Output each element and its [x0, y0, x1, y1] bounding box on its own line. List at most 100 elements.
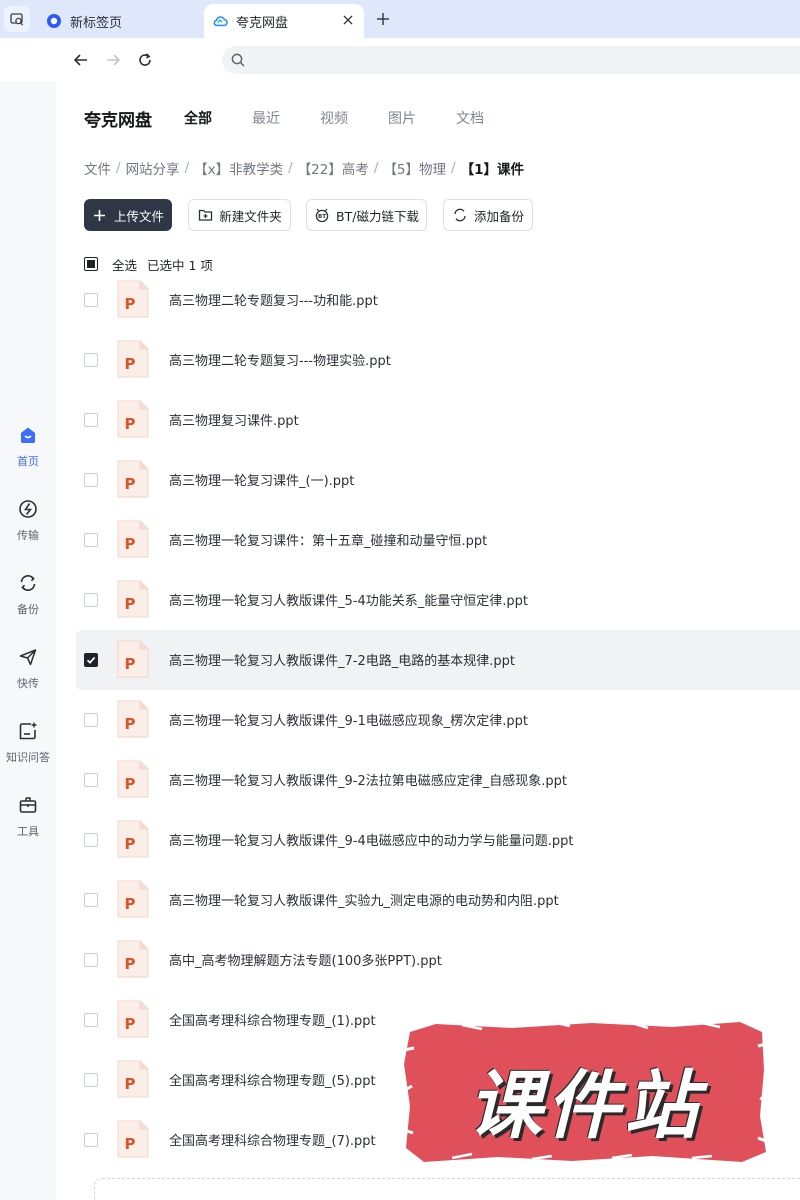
reload-button[interactable] [134, 49, 156, 71]
bt-download-button[interactable]: BT BT/磁力链下载 [306, 199, 427, 231]
file-checkbox[interactable] [84, 293, 98, 307]
file-checkbox[interactable] [84, 473, 98, 487]
tab-cloud-drive[interactable]: 夸克网盘 [204, 4, 364, 38]
cloud-drive-icon [212, 13, 228, 29]
file-checkbox[interactable] [84, 1133, 98, 1147]
watermark-stamp: 课件站 [402, 1020, 768, 1164]
new-folder-label: 新建文件夹 [219, 208, 282, 224]
file-name[interactable]: 高三物理一轮复习人教版课件_7-2电路_电路的基本规律.ppt [169, 650, 515, 669]
close-tab-button[interactable] [340, 12, 356, 28]
sidebar-item-label: 知识问答 [6, 751, 50, 764]
file-checkbox[interactable] [84, 1013, 98, 1027]
file-row[interactable]: P 高三物理一轮复习课件_(一).ppt [76, 450, 800, 510]
svg-text:P: P [125, 655, 136, 673]
ppt-file-icon: P [116, 699, 150, 739]
file-row[interactable]: P 高三物理一轮复习人教版课件_9-2法拉第电磁感应定律_自感现象.ppt [76, 750, 800, 810]
tab-images[interactable]: 图片 [388, 108, 416, 128]
file-row[interactable]: P 高三物理复习课件.ppt [76, 390, 800, 450]
file-name[interactable]: 高中_高考物理解题方法专题(100多张PPT).ppt [169, 950, 442, 969]
file-name[interactable]: 全国高考理科综合物理专题_(5).ppt [169, 1070, 376, 1089]
file-checkbox[interactable] [84, 413, 98, 427]
tab-new-tab[interactable]: 新标签页 [36, 4, 200, 38]
file-name[interactable]: 高三物理一轮复习人教版课件_9-4电磁感应中的动力学与能量问题.ppt [169, 830, 573, 849]
new-folder-button[interactable]: 新建文件夹 [188, 199, 291, 231]
sidebar-item-home[interactable]: 首页 [0, 424, 56, 480]
tab-search-button[interactable] [4, 6, 30, 32]
file-name[interactable]: 高三物理一轮复习人教版课件_5-4功能关系_能量守恒定律.ppt [169, 590, 528, 609]
file-name[interactable]: 高三物理一轮复习课件：第十五章_碰撞和动量守恒.ppt [169, 530, 487, 549]
svg-text:P: P [125, 895, 136, 913]
file-checkbox[interactable] [84, 833, 98, 847]
sidebar-item-quick-send[interactable]: 快传 [0, 646, 56, 702]
reload-icon [139, 53, 151, 66]
file-row[interactable]: P 高三物理一轮复习人教版课件_7-2电路_电路的基本规律.ppt [76, 630, 800, 690]
svg-text:P: P [125, 355, 136, 373]
file-row[interactable]: P 高三物理一轮复习人教版课件_5-4功能关系_能量守恒定律.ppt [76, 570, 800, 630]
file-row[interactable]: P 高中_高考物理解题方法专题(100多张PPT).ppt [76, 930, 800, 990]
file-name[interactable]: 全国高考理科综合物理专题_(7).ppt [169, 1130, 376, 1149]
file-name[interactable]: 全国高考理科综合物理专题_(1).ppt [169, 1010, 376, 1029]
ppt-file-icon: P [116, 939, 150, 979]
ppt-file-icon: P [116, 1119, 150, 1159]
breadcrumb: 文件 / 网站分享 / 【x】非教学类 / 【22】高考 / 【5】物理 / 【1】课件 [84, 158, 524, 178]
add-backup-button[interactable]: 添加备份 [443, 199, 533, 231]
file-name[interactable]: 高三物理一轮复习人教版课件_9-2法拉第电磁感应定律_自感现象.ppt [169, 770, 567, 789]
stamp-text: 课件站 [468, 1063, 702, 1149]
tab-recent[interactable]: 最近 [252, 108, 280, 128]
file-checkbox[interactable] [84, 1073, 98, 1087]
back-button[interactable] [70, 49, 92, 71]
file-row[interactable]: P 高三物理二轮专题复习---物理实验.ppt [76, 330, 800, 390]
file-checkbox[interactable] [84, 533, 98, 547]
ppt-file-icon: P [116, 339, 150, 379]
file-checkbox[interactable] [84, 653, 98, 667]
sidebar-item-label: 工具 [17, 825, 39, 838]
upload-button[interactable]: 上传文件 [84, 199, 172, 231]
select-all-checkbox[interactable] [84, 257, 98, 271]
breadcrumb-item[interactable]: 文件 [84, 158, 111, 178]
ppt-file-icon: P [116, 279, 150, 319]
home-icon [17, 424, 39, 446]
file-name[interactable]: 高三物理二轮专题复习---物理实验.ppt [169, 350, 391, 369]
breadcrumb-item[interactable]: 网站分享 [126, 158, 180, 178]
file-checkbox[interactable] [84, 773, 98, 787]
tab-all[interactable]: 全部 [184, 108, 212, 128]
file-row[interactable]: P 高三物理一轮复习人教版课件_9-1电磁感应现象_楞次定律.ppt [76, 690, 800, 750]
tab-video[interactable]: 视频 [320, 108, 348, 128]
breadcrumb-item[interactable]: 【x】非教学类 [194, 158, 283, 178]
sidebar-item-backup[interactable]: 备份 [0, 572, 56, 628]
forward-button[interactable] [102, 49, 124, 71]
ppt-file-icon: P [116, 579, 150, 619]
ppt-file-icon: P [116, 759, 150, 799]
sidebar-item-qa[interactable]: 知识问答 [0, 720, 56, 776]
send-icon [17, 646, 39, 668]
file-row[interactable]: P 高三物理一轮复习课件：第十五章_碰撞和动量守恒.ppt [76, 510, 800, 570]
file-name[interactable]: 高三物理一轮复习课件_(一).ppt [169, 470, 354, 489]
breadcrumb-item[interactable]: 【22】高考 [298, 158, 369, 178]
new-tab-button[interactable] [372, 8, 394, 30]
tab-title: 新标签页 [70, 15, 123, 31]
svg-text:BT: BT [318, 214, 326, 220]
file-name[interactable]: 高三物理二轮专题复习---功和能.ppt [169, 290, 378, 309]
address-bar[interactable] [222, 46, 800, 74]
svg-text:P: P [125, 475, 136, 493]
file-name[interactable]: 高三物理一轮复习人教版课件_9-1电磁感应现象_楞次定律.ppt [169, 710, 528, 729]
file-checkbox[interactable] [84, 353, 98, 367]
sidebar-item-transfer[interactable]: 传输 [0, 498, 56, 554]
breadcrumb-item[interactable]: 【5】物理 [383, 158, 446, 178]
ppt-file-icon: P [116, 1059, 150, 1099]
file-checkbox[interactable] [84, 593, 98, 607]
sidebar-item-tools[interactable]: 工具 [0, 794, 56, 850]
upload-drop-zone[interactable] [94, 1178, 800, 1200]
brand-title: 夸克网盘 [84, 111, 152, 131]
file-row[interactable]: P 高三物理二轮专题复习---功和能.ppt [76, 270, 800, 330]
file-name[interactable]: 高三物理复习课件.ppt [169, 410, 299, 429]
file-checkbox[interactable] [84, 893, 98, 907]
file-name[interactable]: 高三物理一轮复习人教版课件_实验九_测定电源的电动势和内阻.ppt [169, 890, 559, 909]
file-row[interactable]: P 高三物理一轮复习人教版课件_实验九_测定电源的电动势和内阻.ppt [76, 870, 800, 930]
file-row[interactable]: P 高三物理一轮复习人教版课件_9-4电磁感应中的动力学与能量问题.ppt [76, 810, 800, 870]
file-checkbox[interactable] [84, 713, 98, 727]
tab-documents[interactable]: 文档 [456, 108, 484, 128]
file-checkbox[interactable] [84, 953, 98, 967]
svg-text:P: P [125, 595, 136, 613]
tab-title: 夸克网盘 [236, 15, 289, 31]
